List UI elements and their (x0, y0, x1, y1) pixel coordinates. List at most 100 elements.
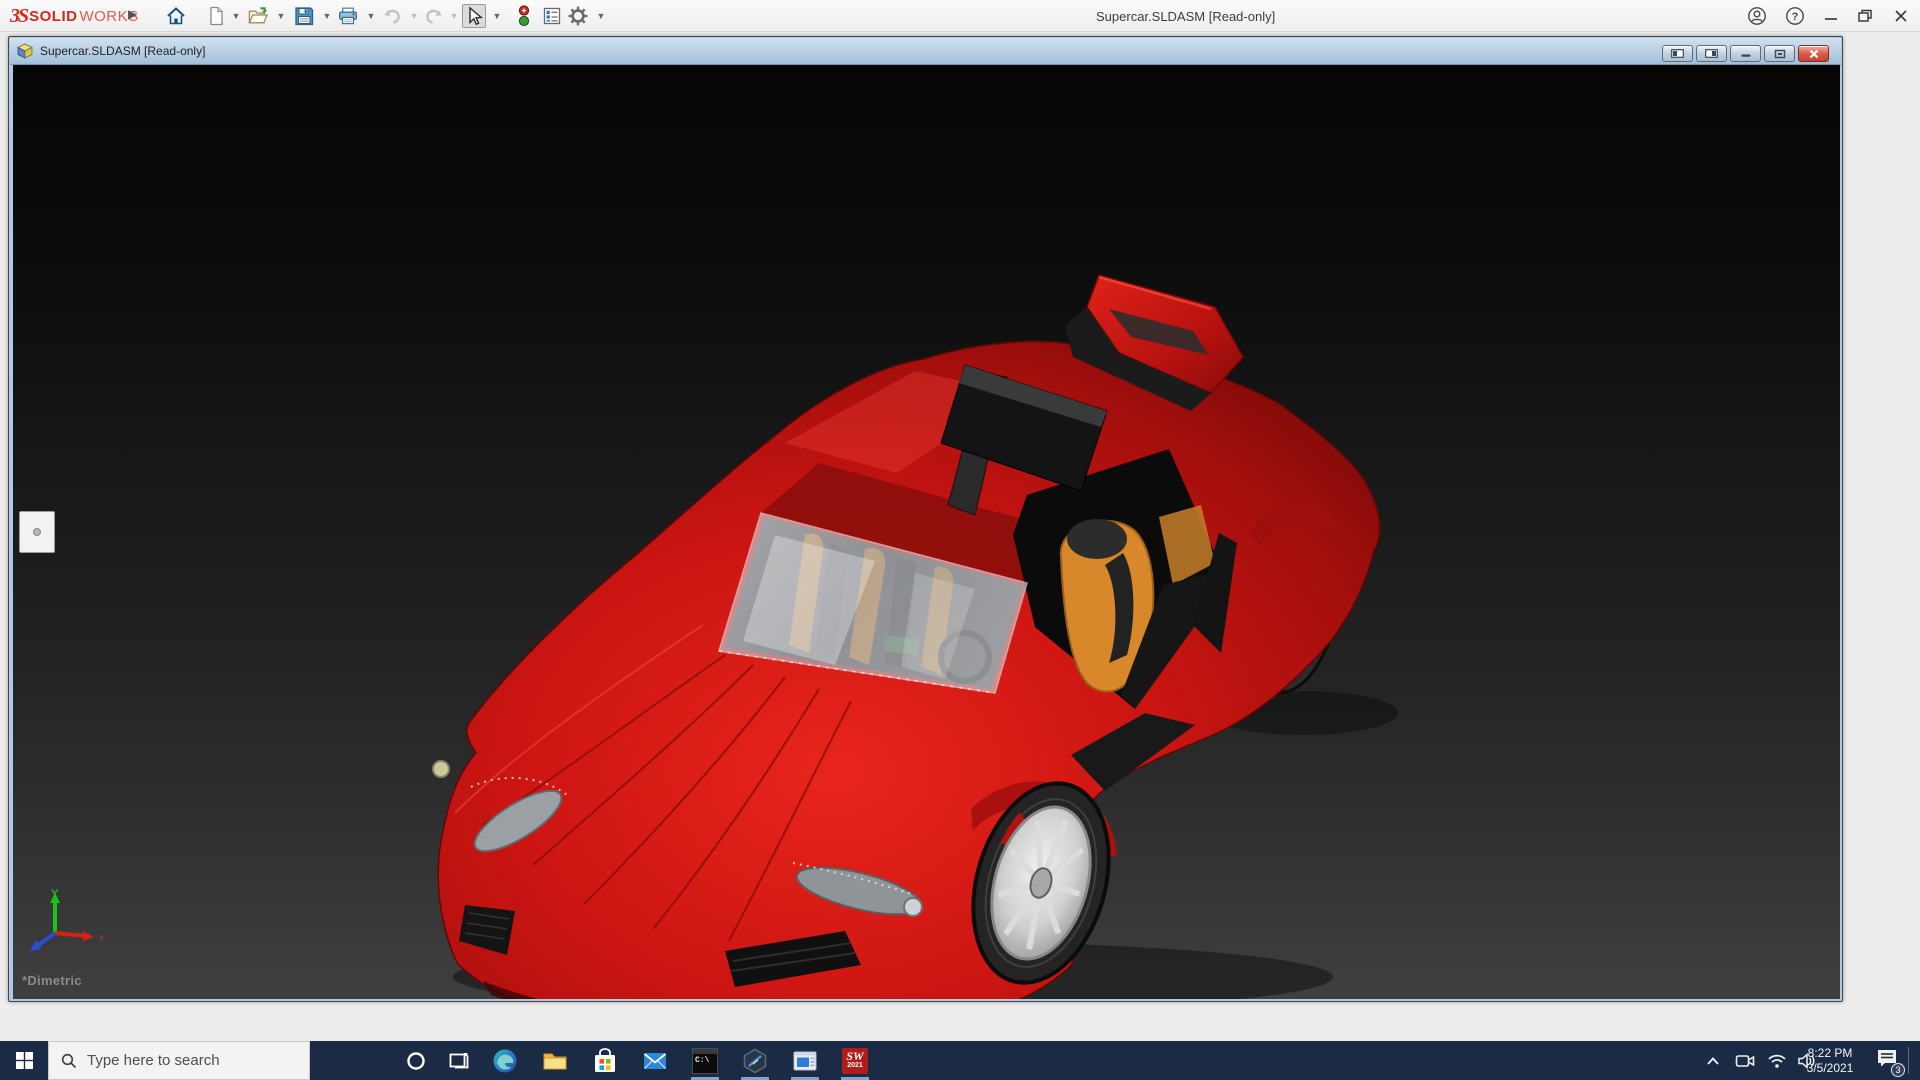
toolbar-flyout-arrow-icon[interactable]: ▶ (128, 7, 137, 21)
print-icon (339, 7, 357, 25)
help-icon: ? (1786, 7, 1804, 25)
document-window: Supercar.SLDASM [Read-only] Y x *Dimetri… (8, 36, 1843, 1002)
action-center-button[interactable]: 3 (1868, 1041, 1906, 1080)
undo-icon (384, 9, 400, 24)
rebuild-traffic-light-button[interactable] (512, 4, 536, 28)
doc-minimize-icon (1741, 54, 1750, 57)
save-button[interactable] (292, 4, 316, 28)
show-left-pane-button[interactable] (1662, 45, 1693, 62)
account-button[interactable] (1742, 5, 1772, 27)
doc-restore-icon (1774, 49, 1785, 58)
start-button[interactable] (0, 1041, 48, 1080)
print-button[interactable] (336, 4, 360, 28)
help-button[interactable]: ? (1780, 5, 1810, 27)
traffic-light-icon (518, 5, 530, 27)
main-titlebar: 3S SOLID WORKS ▶ ▼ ▼ ▼ ▼ ▼ ▼ ▼ ▼ Superca… (0, 0, 1920, 32)
task-pane-list-button[interactable] (540, 4, 564, 28)
print-dropdown[interactable]: ▼ (366, 11, 376, 21)
gear-icon (568, 6, 588, 26)
desktop-window-app-button[interactable] (783, 1041, 827, 1080)
redo-dropdown[interactable]: ▼ (449, 11, 459, 21)
doc-restore-button[interactable] (1764, 45, 1795, 62)
edge-icon (493, 1049, 517, 1072)
3d-model-supercar (432, 274, 1398, 999)
home-icon (167, 7, 185, 25)
settings-button[interactable] (566, 4, 590, 28)
select-tool-dropdown[interactable]: ▼ (492, 11, 502, 21)
search-icon (61, 1053, 77, 1068)
hexagon-tool-icon (743, 1048, 767, 1073)
doc-minimize-button[interactable] (1730, 45, 1761, 62)
task-view-button[interactable] (437, 1041, 481, 1080)
taskbar-search-input[interactable]: Type here to search (48, 1041, 310, 1080)
reference-triad: Y x (30, 888, 104, 951)
left-pane-icon (1671, 49, 1684, 58)
brand-name-bold: SOLID (29, 7, 78, 25)
tray-date: 3/5/2021 (1806, 1060, 1854, 1075)
select-cursor-icon (469, 6, 483, 26)
file-explorer-button[interactable] (533, 1041, 577, 1080)
file-explorer-icon (543, 1053, 567, 1069)
save-dropdown[interactable]: ▼ (322, 11, 332, 21)
minimize-icon (1825, 18, 1837, 20)
solidworks-logo: 3S SOLID WORKS (10, 5, 139, 27)
cmd-label: C:\ (695, 1055, 710, 1065)
new-document-dropdown[interactable]: ▼ (231, 11, 241, 21)
desktop-window-app-icon (793, 1051, 817, 1070)
mail-icon (643, 1052, 667, 1069)
triad-x-label: x (99, 933, 104, 944)
left-lamp (432, 760, 450, 778)
undo-dropdown[interactable]: ▼ (409, 11, 419, 21)
search-placeholder: Type here to search (87, 1052, 220, 1069)
graphics-viewport[interactable]: Y x *Dimetric (13, 65, 1840, 999)
new-document-button[interactable] (204, 4, 228, 28)
home-button[interactable] (164, 4, 188, 28)
microsoft-store-icon (595, 1047, 615, 1072)
view-orientation-label: *Dimetric (22, 973, 82, 988)
taskbar: Type here to search C:\ SW 2021 8:22 PM … (0, 1041, 1920, 1080)
svg-text:?: ? (1792, 11, 1799, 23)
open-document-button[interactable] (246, 4, 270, 28)
settings-dropdown[interactable]: ▼ (596, 11, 606, 21)
windows-logo-icon (15, 1052, 33, 1069)
collapse-tab-handle-icon (33, 528, 41, 536)
open-document-dropdown[interactable]: ▼ (276, 11, 286, 21)
command-prompt-button[interactable]: C:\ (683, 1041, 727, 1080)
document-titlebar[interactable]: Supercar.SLDASM [Read-only] (10, 38, 1841, 65)
meet-now-camera-icon (1735, 1054, 1755, 1067)
options-list-icon (543, 7, 561, 25)
undo-button[interactable] (380, 4, 404, 28)
select-tool-button[interactable] (462, 4, 486, 28)
triad-y-label: Y (51, 888, 59, 900)
redo-button[interactable] (422, 4, 446, 28)
tray-show-hidden-icons[interactable] (1698, 1041, 1728, 1080)
wifi-icon (1768, 1054, 1786, 1068)
task-view-icon (449, 1052, 469, 1068)
feature-tree-collapse-tab[interactable] (19, 511, 55, 553)
doc-close-icon (1809, 49, 1818, 58)
cortana-button[interactable] (394, 1041, 438, 1080)
edge-button[interactable] (483, 1041, 527, 1080)
minimize-button[interactable] (1816, 5, 1846, 27)
redo-icon (426, 9, 442, 24)
right-lamp (903, 897, 923, 917)
show-right-pane-button[interactable] (1696, 45, 1727, 62)
tray-time: 8:22 PM (1807, 1045, 1853, 1060)
restore-down-button[interactable] (1850, 5, 1880, 27)
tray-clock[interactable]: 8:22 PM 3/5/2021 (1796, 1041, 1864, 1080)
solidworks-2021-button[interactable]: SW 2021 (833, 1041, 877, 1080)
sw-icon-text: SW (846, 1049, 864, 1063)
tray-network[interactable] (1762, 1041, 1792, 1080)
ds-logo-icon: 3S (10, 4, 29, 27)
microsoft-store-button[interactable] (583, 1041, 627, 1080)
hexagon-tool-button[interactable] (733, 1041, 777, 1080)
tray-meet-now[interactable] (1730, 1041, 1760, 1080)
account-icon (1748, 7, 1766, 25)
doc-close-button[interactable] (1798, 45, 1829, 62)
mail-button[interactable] (633, 1041, 677, 1080)
show-desktop-button[interactable] (1909, 1041, 1920, 1080)
close-button[interactable] (1886, 5, 1916, 27)
solidworks-app-icon: SW 2021 (842, 1047, 868, 1074)
triad-z-axis (35, 931, 57, 948)
cortana-icon (407, 1051, 425, 1070)
